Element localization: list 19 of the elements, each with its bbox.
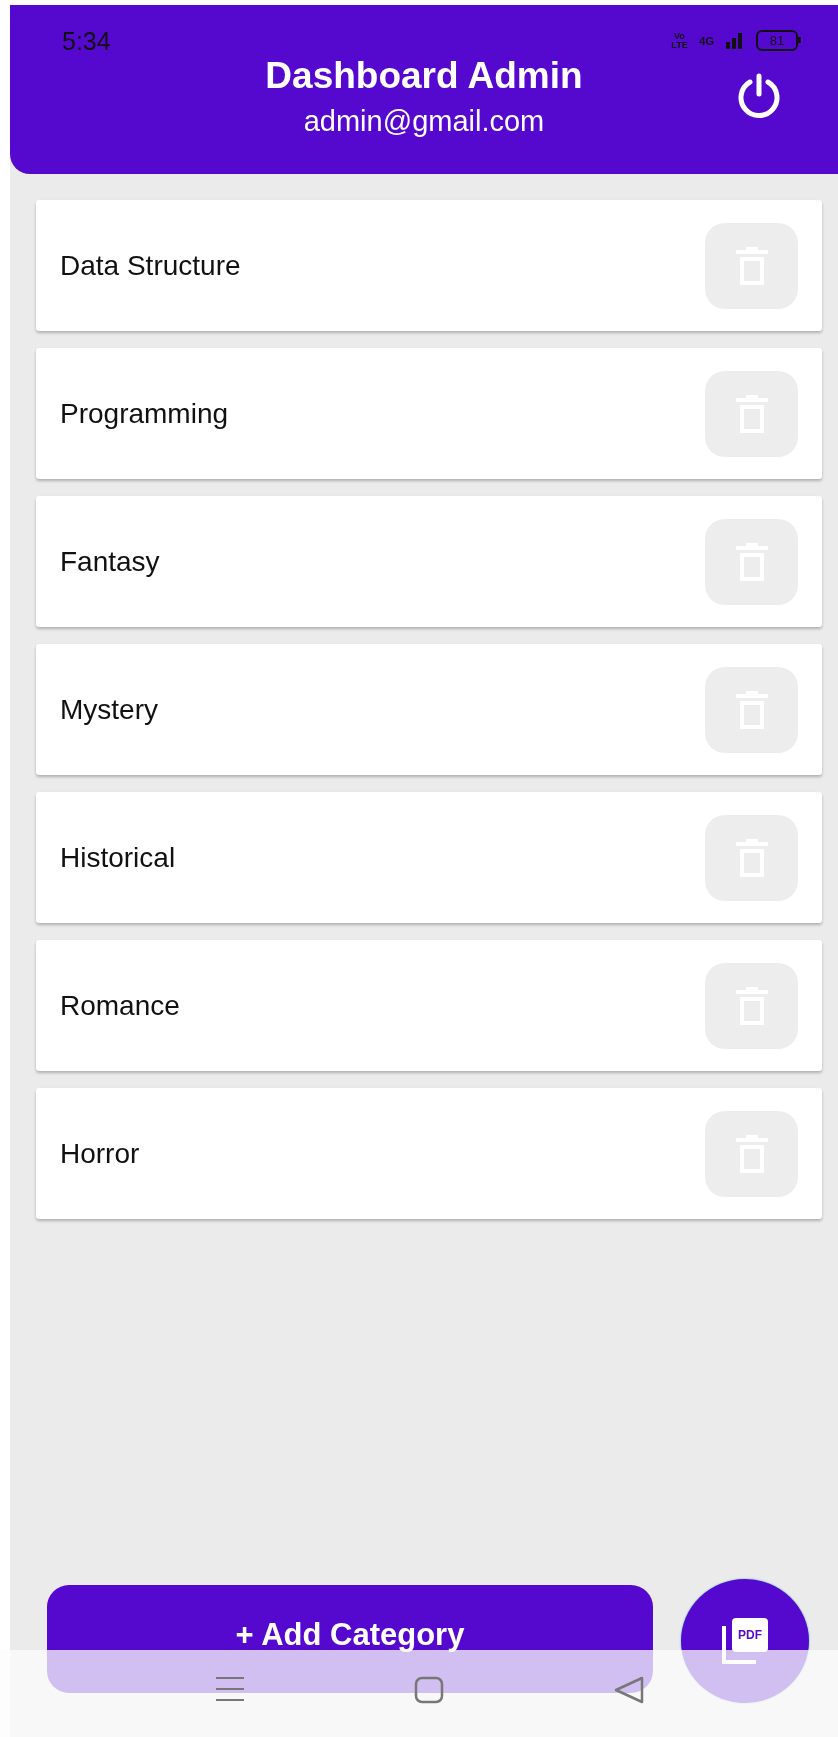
menu-icon[interactable] bbox=[215, 1676, 245, 1702]
category-name: Data Structure bbox=[60, 249, 241, 282]
home-icon[interactable] bbox=[414, 1676, 444, 1704]
header-title: Dashboard Admin bbox=[265, 55, 583, 97]
network-indicator: 4G bbox=[699, 34, 714, 47]
back-icon[interactable] bbox=[614, 1676, 644, 1704]
signal-icon bbox=[726, 32, 744, 49]
category-name: Romance bbox=[60, 989, 180, 1022]
category-name: Historical bbox=[60, 841, 176, 874]
category-name: Fantasy bbox=[60, 545, 160, 578]
battery-indicator: 81 bbox=[756, 30, 798, 51]
power-icon[interactable] bbox=[736, 73, 782, 119]
pdf-label: PDF bbox=[732, 1618, 768, 1652]
status-time: 5:34 bbox=[62, 27, 111, 56]
category-name: Mystery bbox=[60, 693, 158, 726]
volte-indicator: Vo LTE bbox=[671, 31, 688, 50]
category-name: Horror bbox=[60, 1137, 140, 1170]
category-name: Programming bbox=[60, 397, 229, 430]
admin-email: admin@gmail.com bbox=[303, 105, 545, 138]
